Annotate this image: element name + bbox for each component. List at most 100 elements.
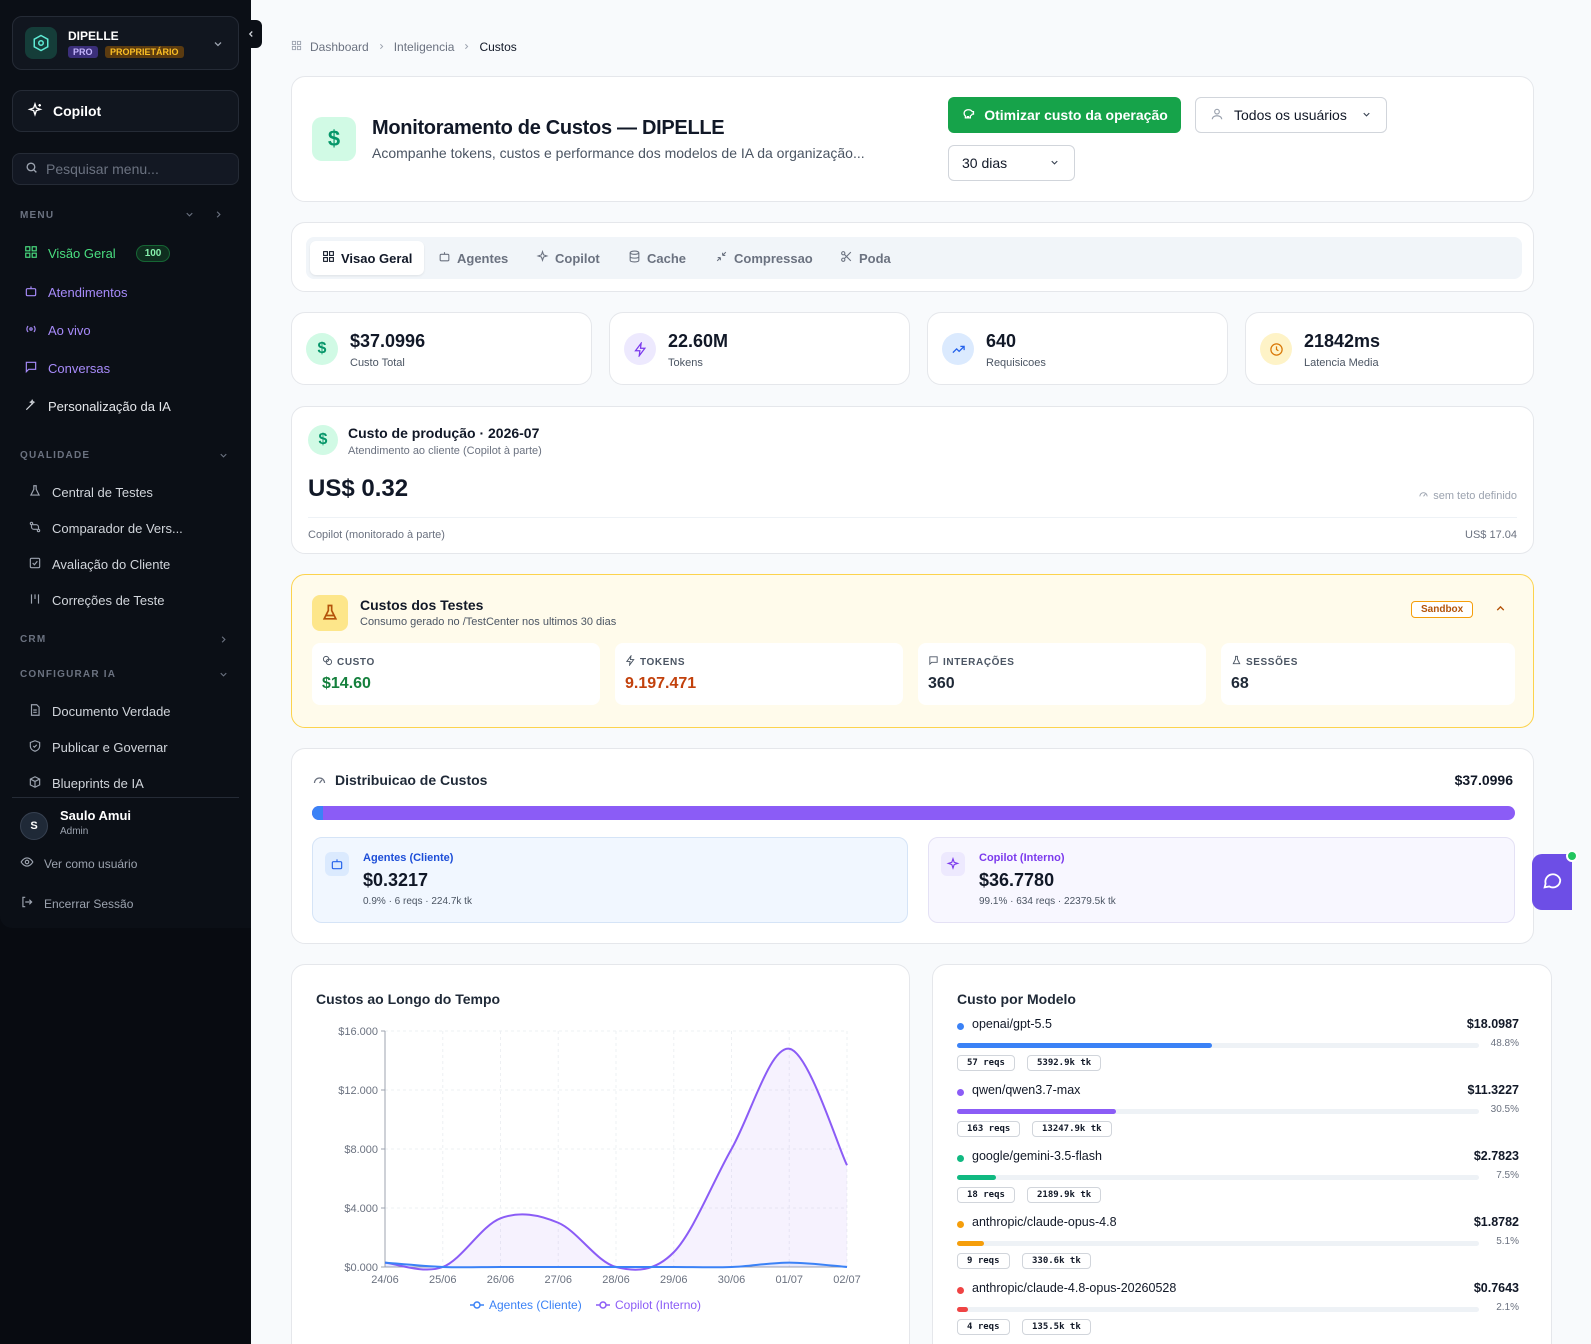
trending-up-icon — [942, 333, 974, 365]
model-share-track — [957, 1043, 1479, 1048]
production-title: Custo de produção · 2026-07 — [348, 425, 540, 441]
kpi-value: $37.0996 — [350, 331, 426, 351]
sidebar-item-label: Atendimentos — [48, 285, 128, 300]
model-reqs: 9 reqs — [957, 1253, 1010, 1269]
sidebar-item-label: Documento Verdade — [52, 704, 171, 719]
avatar[interactable]: S — [20, 812, 48, 840]
agents-value: $0.3217 — [363, 870, 429, 890]
tab-label: Agentes — [457, 250, 509, 266]
kpi-value: 640 — [986, 331, 1017, 351]
view-as-user-button[interactable]: Ver como usuário — [20, 855, 137, 872]
test-costs-card: Custos dos Testes Consumo gerado no /Tes… — [291, 574, 1534, 728]
test-metric-label-text: TOKENS — [640, 656, 686, 668]
test-metric-value: 360 — [928, 675, 955, 692]
user-name: Saulo Amui — [60, 808, 132, 823]
zap-icon — [625, 654, 636, 669]
chevron-right-icon — [462, 40, 471, 54]
sidebar-item-visao-geral[interactable]: Visão Geral 100 — [24, 245, 171, 262]
tab-label: Copilot — [555, 250, 600, 266]
copilot-button[interactable]: Copilot — [12, 90, 239, 132]
grid-icon — [322, 250, 335, 266]
model-pct: 5.1% — [1496, 1236, 1519, 1247]
piggy-bank-icon — [961, 106, 976, 124]
chevron-down-icon — [212, 37, 224, 55]
breadcrumb-inteligencia[interactable]: Inteligencia — [394, 40, 455, 54]
sidebar-item-central-testes[interactable]: Central de Testes — [28, 484, 153, 501]
count-badge: 100 — [135, 245, 171, 262]
kpi-card-tokens: 22.60M Tokens — [609, 312, 910, 385]
sidebar-item-label: Visão Geral — [48, 246, 116, 261]
model-tokens: 5392.9k tk — [1027, 1055, 1102, 1071]
tab-compressao[interactable]: Compressao — [703, 241, 825, 275]
chevron-down-icon[interactable] — [218, 448, 229, 466]
log-out-icon — [20, 895, 34, 912]
tab-label: Cache — [647, 250, 687, 266]
cap-note: sem teto definido — [1418, 489, 1517, 503]
optimize-cost-button[interactable]: Otimizar custo da operação — [948, 97, 1181, 133]
tab-visao-geral[interactable]: Visao Geral — [310, 241, 425, 275]
model-pct: 2.1% — [1496, 1302, 1519, 1313]
tab-copilot[interactable]: Copilot — [524, 241, 612, 275]
test-metric-cost: CUSTO $14.60 — [312, 643, 600, 705]
model-name: anthropic/claude-4.8-opus-20260528 — [972, 1281, 1177, 1295]
chevron-down-icon[interactable] — [218, 667, 229, 685]
production-copilot-value: US$ 17.04 — [1465, 529, 1517, 541]
models-title: Custo por Modelo — [957, 991, 1076, 1007]
main-content: Dashboard Inteligencia Custos $ Monitora… — [251, 0, 1591, 1344]
copilot-value: $36.7780 — [979, 870, 1055, 890]
chevron-right-icon[interactable] — [213, 207, 224, 225]
test-metric-label-text: INTERAÇÕES — [943, 656, 1015, 668]
production-copilot-label: Copilot (monitorado à parte) — [308, 529, 445, 541]
model-tokens: 135.5k tk — [1022, 1319, 1091, 1335]
agents-label: Agentes (Cliente) — [363, 852, 454, 864]
sidebar-item-personalizacao[interactable]: Personalização da IA — [24, 398, 171, 415]
y-tick-label: $0.000 — [344, 1262, 378, 1274]
tab-agentes[interactable]: Agentes — [426, 241, 520, 275]
users-select[interactable]: Todos os usuários — [1195, 97, 1387, 133]
model-cost: $0.7643 — [1473, 1281, 1519, 1295]
menu-search-input[interactable]: Pesquisar menu... — [12, 153, 239, 185]
flask-icon — [28, 484, 42, 501]
distribution-bar — [312, 806, 1515, 820]
sidebar-item-correcoes[interactable]: Correções de Teste — [28, 592, 165, 609]
logout-button[interactable]: Encerrar Sessão — [20, 895, 133, 912]
x-tick-label: 26/06 — [487, 1274, 515, 1286]
org-switcher[interactable]: DIPELLE PRO PROPRIETÁRIO — [12, 16, 239, 70]
sidebar-item-publicar[interactable]: Publicar e Governar — [28, 739, 168, 756]
model-cost: $1.8782 — [1473, 1215, 1519, 1229]
tab-poda[interactable]: Poda — [828, 241, 903, 275]
chevron-up-icon[interactable] — [1494, 602, 1507, 620]
period-select[interactable]: 30 dias — [948, 145, 1075, 181]
sidebar-item-comparador[interactable]: Comparador de Vers... — [28, 520, 183, 537]
sidebar-item-documento-verdade[interactable]: Documento Verdade — [28, 703, 171, 720]
period-select-value: 30 dias — [962, 155, 1008, 171]
sidebar-item-ao-vivo[interactable]: Ao vivo — [24, 322, 91, 339]
legend-marker-copilot-interno — [599, 1301, 607, 1309]
online-indicator — [1566, 850, 1578, 862]
sidebar-item-avaliacao[interactable]: Avaliação do Cliente — [28, 556, 170, 573]
test-metric-label: SESSÕES — [1231, 655, 1298, 669]
legend-dot — [957, 1155, 964, 1162]
copilot-detail: 99.1% · 634 reqs · 22379.5k tk — [979, 896, 1116, 907]
tab-label: Compressao — [734, 250, 813, 266]
org-name: DIPELLE — [68, 29, 119, 43]
sidebar-item-label: Personalização da IA — [48, 399, 171, 414]
legend-dot — [957, 1089, 964, 1096]
legend-label-copilot-interno: Copilot (Interno) — [615, 1298, 701, 1312]
chat-button[interactable] — [1532, 850, 1578, 910]
distribution-bar-agents — [312, 806, 323, 820]
sidebar-item-conversas[interactable]: Conversas — [24, 360, 110, 377]
sidebar-item-atendimentos[interactable]: Atendimentos — [24, 284, 128, 301]
sidebar: DIPELLE PRO PROPRIETÁRIO Copilot Pesquis… — [0, 0, 262, 928]
chevron-down-icon[interactable] — [184, 207, 195, 225]
sidebar-item-blueprints[interactable]: Blueprints de IA — [28, 775, 144, 792]
tab-cache[interactable]: Cache — [616, 241, 698, 275]
collapse-sidebar-button[interactable] — [240, 20, 262, 48]
breadcrumb-dashboard[interactable]: Dashboard — [310, 40, 369, 54]
page-header-card: $ Monitoramento de Custos — DIPELLE Acom… — [291, 76, 1534, 202]
legend-label-agentes-cliente: Agentes (Cliente) — [489, 1298, 582, 1312]
model-name: openai/gpt-5.5 — [972, 1017, 1052, 1031]
x-tick-label: 30/06 — [718, 1274, 746, 1286]
chevron-right-icon[interactable] — [218, 632, 229, 650]
flask-icon — [1231, 655, 1242, 669]
